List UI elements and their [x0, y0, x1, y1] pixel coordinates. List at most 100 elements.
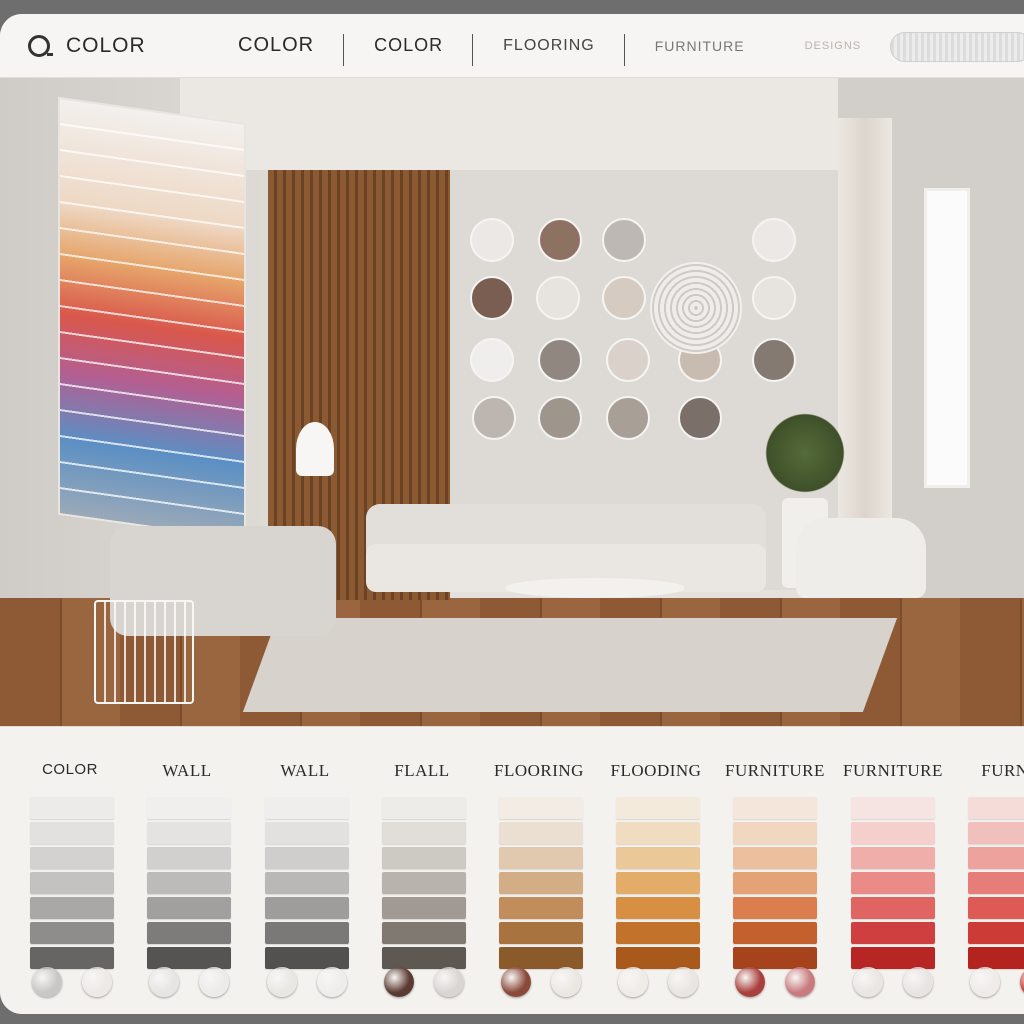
color-swatch[interactable] [147, 947, 231, 969]
color-knob-button[interactable] [267, 967, 297, 997]
color-swatch[interactable] [851, 947, 935, 969]
color-swatch[interactable] [616, 947, 700, 969]
color-swatch[interactable] [30, 872, 114, 894]
color-swatch[interactable] [733, 872, 817, 894]
color-swatch[interactable] [733, 922, 817, 944]
color-knob-button[interactable] [149, 967, 179, 997]
color-swatch[interactable] [851, 897, 935, 919]
color-swatch[interactable] [499, 822, 583, 844]
color-swatch[interactable] [851, 822, 935, 844]
palette-column-title[interactable]: FURNI [960, 761, 1024, 781]
color-knob-button[interactable] [384, 967, 414, 997]
color-swatch[interactable] [616, 897, 700, 919]
color-swatch[interactable] [499, 872, 583, 894]
color-swatch[interactable] [147, 872, 231, 894]
color-swatch[interactable] [30, 922, 114, 944]
color-knob-button[interactable] [903, 967, 933, 997]
color-swatch[interactable] [616, 872, 700, 894]
color-knob-button[interactable] [501, 967, 531, 997]
palette-column-title[interactable]: FLOORING [491, 761, 587, 781]
color-swatch[interactable] [851, 847, 935, 869]
color-knob-button[interactable] [199, 967, 229, 997]
color-knob-button[interactable] [1020, 967, 1024, 997]
color-swatch[interactable] [30, 947, 114, 969]
color-swatch[interactable] [382, 822, 466, 844]
color-swatch[interactable] [265, 797, 349, 819]
tab-flooring[interactable]: FLOORING [473, 14, 625, 78]
color-swatch[interactable] [147, 797, 231, 819]
color-swatch[interactable] [147, 847, 231, 869]
tab-designs[interactable]: DESIGNS [775, 14, 892, 78]
swatch-stack [851, 797, 935, 972]
color-knob-button[interactable] [853, 967, 883, 997]
color-swatch[interactable] [30, 797, 114, 819]
color-swatch[interactable] [616, 922, 700, 944]
color-swatch[interactable] [499, 947, 583, 969]
coffee-table[interactable] [505, 578, 685, 598]
palette-column-title[interactable]: COLOR [22, 761, 118, 778]
search-field[interactable] [890, 32, 1024, 62]
tab-color-2[interactable]: COLOR [344, 14, 474, 78]
color-swatch[interactable] [30, 847, 114, 869]
color-knob-button[interactable] [970, 967, 1000, 997]
color-knob-button[interactable] [434, 967, 464, 997]
palette-column-title[interactable]: WALL [139, 761, 235, 781]
color-swatch[interactable] [616, 847, 700, 869]
color-swatch[interactable] [968, 872, 1024, 894]
color-swatch[interactable] [968, 797, 1024, 819]
palette-column-title[interactable]: FURNITURE [725, 761, 824, 781]
color-knob-button[interactable] [317, 967, 347, 997]
color-swatch[interactable] [968, 822, 1024, 844]
color-swatch[interactable] [382, 947, 466, 969]
tab-furniture[interactable]: FURNITURE [625, 14, 775, 78]
color-swatch[interactable] [382, 847, 466, 869]
accent-chair[interactable] [796, 518, 926, 598]
color-swatch[interactable] [265, 872, 349, 894]
color-swatch[interactable] [382, 797, 466, 819]
palette-column-title[interactable]: FLALL [374, 761, 470, 781]
color-swatch[interactable] [147, 922, 231, 944]
color-knob-button[interactable] [735, 967, 765, 997]
color-swatch[interactable] [30, 822, 114, 844]
color-swatch[interactable] [265, 897, 349, 919]
color-swatch[interactable] [147, 897, 231, 919]
color-swatch[interactable] [265, 822, 349, 844]
color-knob-button[interactable] [668, 967, 698, 997]
brand[interactable]: COLOR [28, 34, 208, 58]
color-swatch[interactable] [851, 797, 935, 819]
color-swatch[interactable] [968, 922, 1024, 944]
color-swatch[interactable] [30, 897, 114, 919]
color-swatch[interactable] [733, 947, 817, 969]
color-knob-button[interactable] [82, 967, 112, 997]
color-knob-button[interactable] [32, 967, 62, 997]
color-swatch[interactable] [382, 897, 466, 919]
color-swatch[interactable] [733, 897, 817, 919]
color-swatch[interactable] [616, 797, 700, 819]
color-swatch[interactable] [265, 847, 349, 869]
color-swatch[interactable] [499, 897, 583, 919]
color-swatch[interactable] [851, 922, 935, 944]
color-swatch[interactable] [265, 947, 349, 969]
color-swatch[interactable] [499, 847, 583, 869]
color-swatch[interactable] [851, 872, 935, 894]
color-swatch[interactable] [147, 822, 231, 844]
color-swatch[interactable] [616, 822, 700, 844]
color-swatch[interactable] [382, 872, 466, 894]
color-knob-button[interactable] [785, 967, 815, 997]
color-swatch[interactable] [265, 922, 349, 944]
color-swatch[interactable] [733, 822, 817, 844]
palette-column-title[interactable]: FLOODING [608, 761, 704, 781]
color-swatch[interactable] [499, 797, 583, 819]
palette-column-title[interactable]: FURNITURE [843, 761, 942, 781]
color-swatch[interactable] [382, 922, 466, 944]
color-swatch[interactable] [733, 797, 817, 819]
color-swatch[interactable] [733, 847, 817, 869]
color-knob-button[interactable] [618, 967, 648, 997]
color-swatch[interactable] [499, 922, 583, 944]
color-swatch[interactable] [968, 847, 1024, 869]
color-swatch[interactable] [968, 947, 1024, 969]
color-swatch[interactable] [968, 897, 1024, 919]
palette-column-title[interactable]: WALL [257, 761, 353, 781]
color-knob-button[interactable] [551, 967, 581, 997]
tab-color-1[interactable]: COLOR [208, 14, 345, 78]
